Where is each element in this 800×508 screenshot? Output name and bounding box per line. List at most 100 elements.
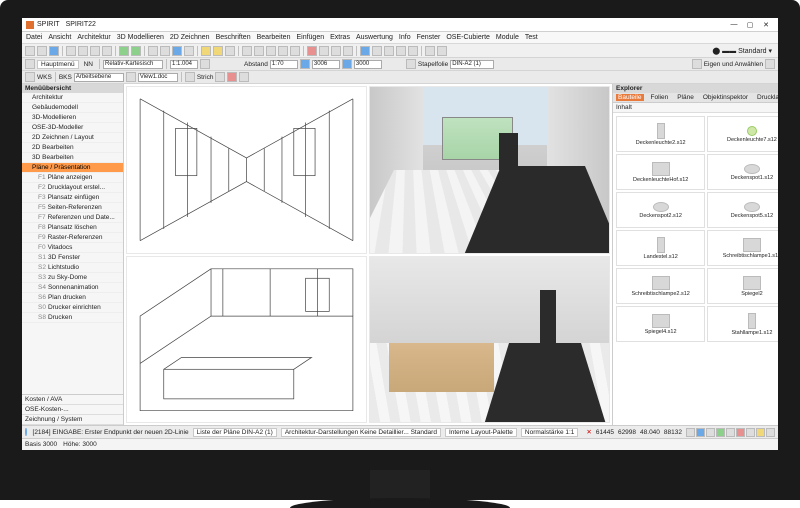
- bt-ose-kosten[interactable]: OSE-Kosten-...: [22, 405, 123, 415]
- menu-extras[interactable]: Extras: [330, 34, 350, 41]
- mirror-icon[interactable]: [343, 46, 353, 56]
- menu-ose[interactable]: OSE-Cubierte: [446, 34, 490, 41]
- camera-icon[interactable]: [225, 46, 235, 56]
- cat-schreibtischlampe2[interactable]: Schreibtischlampe2.s12: [616, 268, 705, 304]
- tree-s6[interactable]: S6Plan drucken: [22, 293, 123, 303]
- bt-zeichnung[interactable]: Zeichnung / System: [22, 415, 123, 425]
- coord-mode[interactable]: Relativ-Kartesisch: [103, 60, 163, 69]
- paste-icon[interactable]: [102, 46, 112, 56]
- wks-icon[interactable]: [25, 72, 35, 82]
- zoom-in-icon[interactable]: [372, 46, 382, 56]
- line-icon[interactable]: [242, 46, 252, 56]
- print-icon[interactable]: [66, 46, 76, 56]
- tab-drucklayouts[interactable]: Drucklayouts: [755, 94, 778, 101]
- cat-schreibtischlampe[interactable]: Schreibtischlampe1.s12: [707, 230, 778, 266]
- layerset[interactable]: Arbeitsebene: [74, 73, 124, 82]
- status-tool7-icon[interactable]: [746, 428, 755, 437]
- status-tool4-icon[interactable]: [716, 428, 725, 437]
- cat-deckenspot1[interactable]: Deckenspot1.s12: [707, 154, 778, 190]
- tree-3d-modellieren[interactable]: 3D-Modellieren: [22, 113, 123, 123]
- viewport-top-left-wireframe[interactable]: [126, 86, 367, 254]
- status-tool6-icon[interactable]: [736, 428, 745, 437]
- y-value[interactable]: 3000: [354, 60, 382, 69]
- x-icon[interactable]: [300, 59, 310, 69]
- cat-landestel[interactable]: Landestel.s12: [616, 230, 705, 266]
- tab-nn[interactable]: NN: [81, 61, 96, 68]
- eigen-icon[interactable]: [692, 59, 702, 69]
- open-icon[interactable]: [37, 46, 47, 56]
- tree-s8[interactable]: S8Drucken: [22, 313, 123, 323]
- linecolor-icon[interactable]: [227, 72, 237, 82]
- menu-architektur[interactable]: Architektur: [77, 34, 110, 41]
- tree-f7[interactable]: F7Referenzen und Date...: [22, 213, 123, 223]
- linetype-icon[interactable]: [185, 72, 195, 82]
- stapelfolie-value[interactable]: DIN-A2 (1): [450, 60, 494, 69]
- menu-datei[interactable]: Datei: [26, 34, 42, 41]
- tree-f5[interactable]: F5Seiten-Referenzen: [22, 203, 123, 213]
- tree-s1[interactable]: S13D Fenster: [22, 253, 123, 263]
- color-icon[interactable]: [215, 72, 225, 82]
- status-tool9-icon[interactable]: [766, 428, 775, 437]
- grid-icon[interactable]: [148, 46, 158, 56]
- tree-s0[interactable]: S0Drucker einrichten: [22, 303, 123, 313]
- viewport-bottom-left-wireframe[interactable]: [126, 256, 367, 424]
- status-chip-linew[interactable]: Normalstärke 1:1: [521, 428, 579, 437]
- tree-f2[interactable]: F2Drucklayout erstel...: [22, 183, 123, 193]
- pan-icon[interactable]: [408, 46, 418, 56]
- tree-f3[interactable]: F3Plansatz einfügen: [22, 193, 123, 203]
- status-tool2-icon[interactable]: [696, 428, 705, 437]
- redo-icon[interactable]: [131, 46, 141, 56]
- minimize-button[interactable]: —: [726, 20, 742, 30]
- status-tool3-icon[interactable]: [706, 428, 715, 437]
- cat-spiegel4[interactable]: Spiegel4.s12: [616, 306, 705, 342]
- file-icon[interactable]: [126, 72, 136, 82]
- cat-deckenleuchte2[interactable]: Deckenleuchte2.s12: [616, 116, 705, 152]
- tab-plaene[interactable]: Pläne: [675, 94, 696, 101]
- settings-icon[interactable]: [425, 46, 435, 56]
- menu-ansicht[interactable]: Ansicht: [48, 34, 71, 41]
- cat-deckenspot5[interactable]: Deckenspot5.s12: [707, 192, 778, 228]
- cat-spiegel2[interactable]: Spiegel2: [707, 268, 778, 304]
- status-tool5-icon[interactable]: [726, 428, 735, 437]
- scale-icon[interactable]: [200, 59, 210, 69]
- status-chip-arch[interactable]: Architektur-Darstellungen Keine Detailli…: [281, 428, 441, 437]
- menu-info[interactable]: Info: [399, 34, 411, 41]
- copy-icon[interactable]: [90, 46, 100, 56]
- snap-icon[interactable]: [160, 46, 170, 56]
- zoom-out-icon[interactable]: [384, 46, 394, 56]
- tree-f8[interactable]: F8Plansatz löschen: [22, 223, 123, 233]
- tree-architektur[interactable]: Architektur: [22, 93, 123, 103]
- bt-kosten[interactable]: Kosten / AVA: [22, 395, 123, 405]
- tree-f9[interactable]: F9Raster-Referenzen: [22, 233, 123, 243]
- menu-3d-modellieren[interactable]: 3D Modellieren: [117, 34, 164, 41]
- undo-icon[interactable]: [119, 46, 129, 56]
- zoom-fit-icon[interactable]: [396, 46, 406, 56]
- tree-gebaeudemodell[interactable]: Gebäudemodell: [22, 103, 123, 113]
- rect-icon[interactable]: [254, 46, 264, 56]
- eigen-button[interactable]: Eigen und Anwählen: [704, 61, 763, 68]
- tree-2d-zeichnen[interactable]: 2D Zeichnen / Layout: [22, 133, 123, 143]
- menu-einfuegen[interactable]: Einfügen: [296, 34, 324, 41]
- stapel-icon[interactable]: [406, 59, 416, 69]
- lineweight-icon[interactable]: [239, 72, 249, 82]
- cat-deckenspot2[interactable]: Deckenspot2.s12: [616, 192, 705, 228]
- light-icon[interactable]: [213, 46, 223, 56]
- delete-icon[interactable]: [307, 46, 317, 56]
- tab-hauptmenu[interactable]: Hauptmenü: [37, 60, 79, 69]
- scale-input[interactable]: 1:1.004: [170, 60, 198, 69]
- viewport-top-right-render[interactable]: [369, 86, 610, 254]
- abstand-value[interactable]: 1:70: [270, 60, 298, 69]
- current-file[interactable]: View1.doc: [138, 73, 178, 82]
- x-value[interactable]: 3006: [312, 60, 340, 69]
- cat-deckenleuchte7[interactable]: Deckenleuchte7.s12: [707, 116, 778, 152]
- menu-beschriften[interactable]: Beschriften: [216, 34, 251, 41]
- status-chip-layout[interactable]: Interne Layout-Palette: [445, 428, 517, 437]
- menu-bearbeiten[interactable]: Bearbeiten: [257, 34, 291, 41]
- circle-icon[interactable]: [266, 46, 276, 56]
- linetype-label[interactable]: Strich: [197, 74, 214, 81]
- tree-s3[interactable]: S3zu Sky-Dome: [22, 273, 123, 283]
- tree-f1[interactable]: F1Pläne anzeigen: [22, 173, 123, 183]
- tree-3d-bearbeiten[interactable]: 3D Bearbeiten: [22, 153, 123, 163]
- cat-deckenleuchtehof[interactable]: DeckenleuchteHof.s12: [616, 154, 705, 190]
- close-button[interactable]: ✕: [758, 20, 774, 30]
